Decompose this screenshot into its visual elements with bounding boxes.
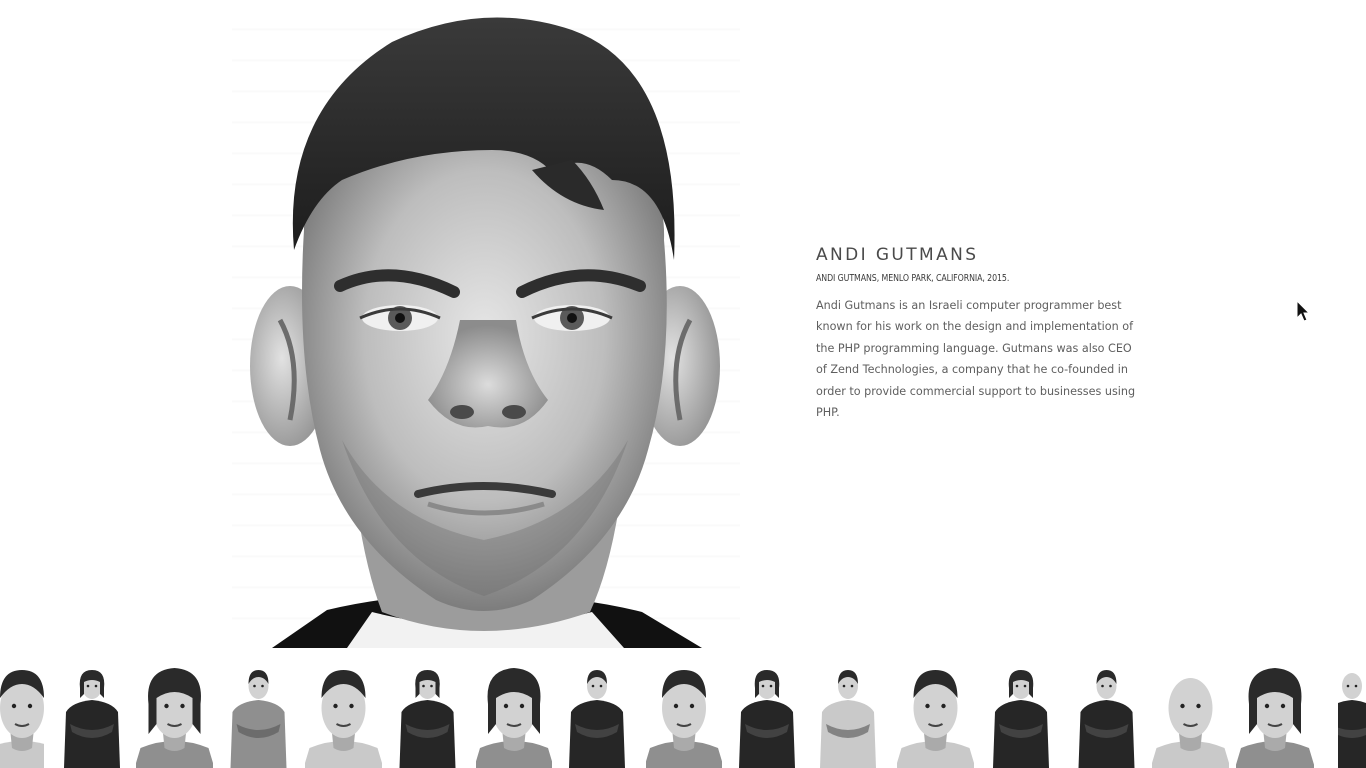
portrait-gallery-page: ANDI GUTMANS ANDI GUTMANS, MENLO PARK, C… — [0, 0, 1366, 768]
portrait-thumbnail[interactable] — [565, 664, 629, 768]
portrait-thumbnail[interactable] — [1236, 664, 1314, 768]
portrait-thumbnail[interactable] — [221, 664, 296, 768]
portrait-thumbnail[interactable] — [389, 664, 466, 768]
person-name: ANDI GUTMANS — [816, 245, 979, 265]
portrait-thumbnail[interactable] — [136, 664, 213, 768]
portrait-thumbnail[interactable] — [1338, 664, 1366, 768]
bio-panel: ANDI GUTMANS ANDI GUTMANS, MENLO PARK, C… — [816, 244, 1146, 423]
portrait-thumbnail-strip[interactable] — [0, 664, 1366, 768]
portrait-thumbnail[interactable] — [1152, 664, 1229, 768]
andi-gutmans-portrait-image — [250, 17, 720, 648]
portrait-thumbnail[interactable] — [58, 664, 126, 768]
portrait-thumbnail[interactable] — [814, 664, 882, 768]
portrait-thumbnail[interactable] — [476, 664, 552, 768]
portrait-thumbnail[interactable] — [984, 664, 1058, 768]
photo-caption: ANDI GUTMANS, MENLO PARK, CALIFORNIA, 20… — [816, 273, 1010, 284]
portrait-thumbnail[interactable] — [728, 664, 806, 768]
person-bio: Andi Gutmans is an Israeli computer prog… — [816, 299, 1136, 420]
portrait-thumbnail[interactable] — [305, 664, 382, 768]
portrait-thumbnail[interactable] — [897, 664, 974, 768]
main-portrait — [232, 0, 740, 648]
cursor-arrow-icon — [1296, 300, 1310, 322]
portrait-thumbnail[interactable] — [0, 664, 44, 768]
portrait-thumbnail[interactable] — [646, 664, 722, 768]
portrait-thumbnail[interactable] — [1068, 664, 1145, 768]
